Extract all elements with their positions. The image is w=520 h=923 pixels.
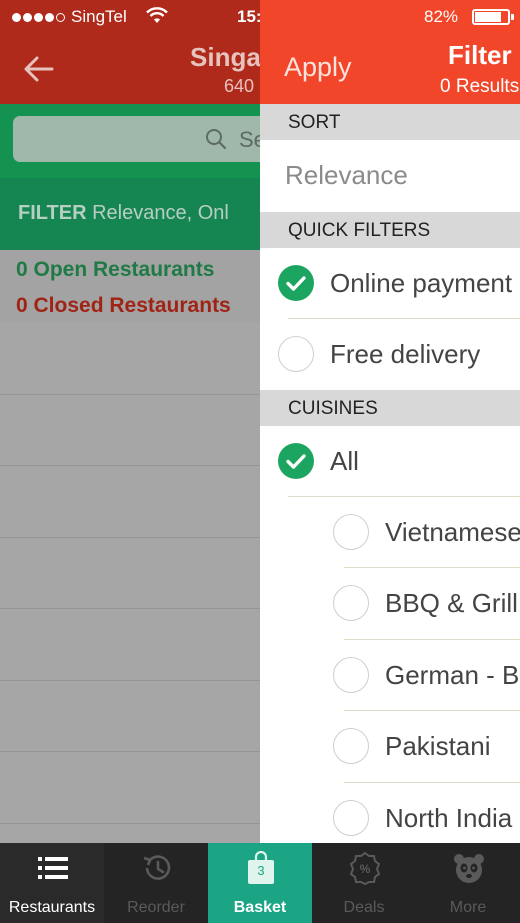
unchecked-circle-icon [278, 336, 314, 372]
sort-section-header: SORT [260, 104, 520, 140]
cuisines-section-header: CUISINES [260, 390, 520, 426]
unchecked-circle-icon [333, 800, 369, 836]
unchecked-circle-icon [333, 657, 369, 693]
sort-option-relevance[interactable]: Relevance [285, 160, 408, 191]
tab-more[interactable]: More [416, 843, 520, 923]
search-icon [206, 129, 227, 150]
tab-label: Restaurants [8, 899, 96, 916]
filter-summary-label: FILTER [18, 202, 87, 224]
quick-filter-label: Online payment [330, 268, 513, 298]
battery-icon [472, 9, 514, 25]
apply-button[interactable]: Apply [284, 52, 352, 83]
cuisine-label: North India [385, 803, 513, 833]
back-arrow-icon[interactable] [22, 52, 56, 86]
basket-count-badge: 3 [257, 863, 265, 878]
history-icon [143, 855, 171, 880]
cuisine-label: Pakistani [385, 731, 491, 761]
quick-filters-section-header: QUICK FILTERS [260, 212, 520, 248]
tab-label: More [449, 899, 487, 916]
sort-header-label: SORT [288, 112, 341, 133]
cuisine-pakistani[interactable]: Pakistani [260, 711, 520, 782]
cuisine-label: BBQ & Grill [385, 588, 518, 618]
carrier: SingTel [12, 7, 127, 27]
unchecked-circle-icon [333, 728, 369, 764]
city-title: Singa [190, 42, 261, 72]
battery-nub [511, 14, 514, 20]
tab-deals[interactable]: % Deals [312, 843, 416, 923]
wifi-icon [146, 7, 168, 23]
cuisine-label: Vietnamese [385, 517, 520, 547]
signal-icon [12, 12, 65, 22]
cuisine-all[interactable]: All [260, 426, 520, 497]
list-icon [38, 857, 68, 879]
quick-filters-header-label: QUICK FILTERS [288, 220, 431, 241]
tab-restaurants[interactable]: Restaurants [0, 843, 104, 923]
filter-header: 82% Apply Filter 0 Results [260, 0, 520, 104]
carrier-name: SingTel [71, 7, 127, 26]
unchecked-circle-icon [333, 514, 369, 550]
cuisine-german[interactable]: German - B [260, 640, 520, 711]
cuisine-north-indian[interactable]: North India [260, 783, 520, 843]
filter-title: Filter [448, 40, 512, 70]
checked-circle-icon [278, 443, 314, 479]
cuisine-label: German - B [385, 660, 520, 690]
cuisine-bbq-grill[interactable]: BBQ & Grill [260, 568, 520, 639]
tab-label: Reorder [127, 899, 185, 916]
filter-panel: 82% Apply Filter 0 Results SORT Relevanc… [260, 0, 520, 843]
tab-basket[interactable]: 3 Basket [208, 843, 312, 923]
tab-reorder[interactable]: Reorder [104, 843, 208, 923]
battery-percent: 82% [424, 7, 459, 26]
checked-circle-icon [278, 265, 314, 301]
cuisine-vietnamese[interactable]: Vietnamese [260, 497, 520, 568]
closed-restaurants-count: 0 Closed Restaurants [16, 294, 231, 317]
quick-filter-free-delivery[interactable]: Free delivery [260, 319, 520, 390]
results-count: 0 Results [440, 76, 520, 97]
svg-text:%: % [360, 862, 371, 876]
battery-level [475, 12, 501, 22]
quick-filter-online-payment[interactable]: Online payment [260, 248, 520, 319]
panda-icon [454, 854, 484, 883]
open-restaurants-count: 0 Open Restaurants [16, 258, 215, 281]
tab-bar: Restaurants Reorder 3 Basket % Deals Mor… [0, 843, 520, 923]
cuisines-header-label: CUISINES [288, 398, 378, 419]
unchecked-circle-icon [333, 585, 369, 621]
cuisine-label: All [330, 446, 359, 476]
postal-code: 640 [224, 76, 255, 96]
quick-filter-label: Free delivery [330, 339, 481, 369]
tab-label: Basket [233, 899, 287, 916]
tab-label: Deals [343, 899, 385, 916]
filter-summary-value: Relevance, Onl [92, 202, 229, 224]
deals-icon: % [349, 851, 381, 885]
filter-summary: FILTER Relevance, Onl [18, 202, 229, 225]
